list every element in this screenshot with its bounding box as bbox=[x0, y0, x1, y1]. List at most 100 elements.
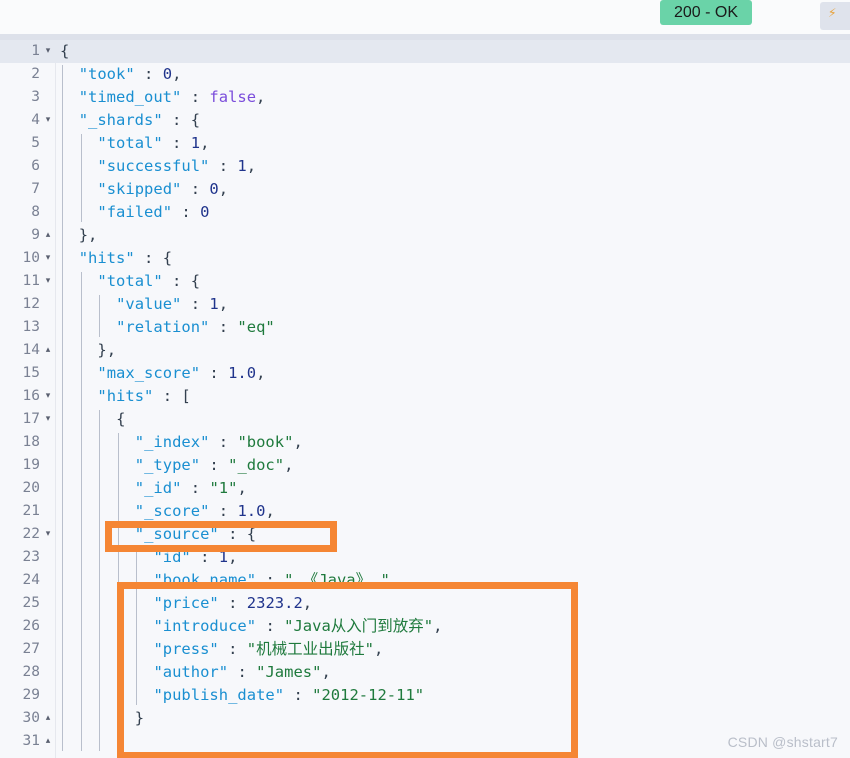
indent-guide bbox=[99, 295, 101, 337]
code-line[interactable]: 20 "_id" : "1", bbox=[0, 477, 850, 500]
code-line[interactable]: 30 ▴ } bbox=[0, 707, 850, 730]
line-number: 11 bbox=[22, 273, 40, 289]
code-text: "_id" : "1", bbox=[134, 479, 247, 497]
code-line[interactable]: 23 "id" : 1, bbox=[0, 546, 850, 569]
line-number: 12 bbox=[22, 296, 40, 312]
code-line[interactable]: 9 ▴ }, bbox=[0, 224, 850, 247]
line-number: 8 bbox=[31, 204, 40, 220]
line-number: 7 bbox=[31, 181, 40, 197]
code-text: "took" : 0, bbox=[78, 65, 182, 83]
line-number: 15 bbox=[22, 365, 40, 381]
line-number: 23 bbox=[22, 549, 40, 565]
code-text: "successful" : 1, bbox=[97, 157, 257, 175]
code-text: "hits" : { bbox=[78, 249, 173, 267]
line-number: 19 bbox=[22, 457, 40, 473]
line-number: 28 bbox=[22, 664, 40, 680]
code-text: "timed_out" : false, bbox=[78, 88, 266, 106]
fold-expand-icon[interactable]: ▴ bbox=[43, 339, 53, 362]
json-response-editor[interactable]: 1 ▾{2 "took" : 0, 3 "timed_out" : false, 4 ▾… bbox=[0, 40, 850, 758]
fold-collapse-icon[interactable]: ▾ bbox=[43, 247, 53, 270]
fold-expand-icon[interactable]: ▴ bbox=[43, 730, 53, 753]
code-line[interactable]: 12 "value" : 1, bbox=[0, 293, 850, 316]
code-line[interactable]: 26 "introduce" : "Java从入门到放弃", bbox=[0, 615, 850, 638]
line-number: 27 bbox=[22, 641, 40, 657]
indent-guide bbox=[117, 433, 119, 728]
line-number: 9 bbox=[31, 227, 40, 243]
code-line[interactable]: 19 "_type" : "_doc", bbox=[0, 454, 850, 477]
indent-guide bbox=[62, 65, 63, 751]
code-text: "_source" : { bbox=[134, 525, 257, 543]
code-line[interactable]: 13 "relation" : "eq" bbox=[0, 316, 850, 339]
lightning-bolt-icon: ⚡ bbox=[828, 5, 837, 21]
line-number: 5 bbox=[31, 135, 40, 151]
code-line[interactable]: 21 "_score" : 1.0, bbox=[0, 500, 850, 523]
code-line[interactable]: 15 "max_score" : 1.0, bbox=[0, 362, 850, 385]
code-line[interactable]: 27 "press" : "机械工业出版社", bbox=[0, 638, 850, 661]
fold-expand-icon[interactable]: ▴ bbox=[43, 707, 53, 730]
line-number: 31 bbox=[22, 733, 40, 749]
code-line[interactable]: 16 ▾ "hits" : [ bbox=[0, 385, 850, 408]
line-number: 29 bbox=[22, 687, 40, 703]
code-text: "_type" : "_doc", bbox=[134, 456, 294, 474]
fold-collapse-icon[interactable]: ▾ bbox=[43, 408, 53, 431]
code-line[interactable]: 10 ▾ "hits" : { bbox=[0, 247, 850, 270]
line-number: 21 bbox=[22, 503, 40, 519]
code-line[interactable]: 18 "_index" : "book", bbox=[0, 431, 850, 454]
code-line[interactable]: 17 ▾ { bbox=[0, 408, 850, 431]
line-number: 16 bbox=[22, 388, 40, 404]
code-line[interactable]: 7 "skipped" : 0, bbox=[0, 178, 850, 201]
line-number: 26 bbox=[22, 618, 40, 634]
code-text: "press" : "机械工业出版社", bbox=[153, 640, 384, 658]
fold-collapse-icon[interactable]: ▾ bbox=[43, 270, 53, 293]
line-number: 1 bbox=[0, 40, 40, 63]
code-line[interactable]: 31 ▴ } bbox=[0, 730, 850, 753]
code-text: "book_name" : " 《Java》 ", bbox=[153, 571, 400, 589]
code-line[interactable]: 11 ▾ "total" : { bbox=[0, 270, 850, 293]
code-text: } bbox=[134, 709, 145, 727]
code-text: "max_score" : 1.0, bbox=[97, 364, 266, 382]
line-number: 3 bbox=[31, 89, 40, 105]
code-text: "id" : 1, bbox=[153, 548, 238, 566]
code-line[interactable]: 6 "successful" : 1, bbox=[0, 155, 850, 178]
fold-collapse-icon[interactable]: ▾ bbox=[43, 109, 53, 132]
fold-expand-icon[interactable]: ▴ bbox=[43, 224, 53, 247]
header-tool-button[interactable]: ⚡ bbox=[820, 2, 850, 30]
code-line[interactable]: 8 "failed" : 0 bbox=[0, 201, 850, 224]
line-number: 24 bbox=[22, 572, 40, 588]
line-number: 6 bbox=[31, 158, 40, 174]
line-number: 25 bbox=[22, 595, 40, 611]
code-line[interactable]: 25 "price" : 2323.2, bbox=[0, 592, 850, 615]
code-line[interactable]: 4 ▾ "_shards" : { bbox=[0, 109, 850, 132]
fold-collapse-icon[interactable]: ▾ bbox=[43, 385, 53, 408]
code-text: "author" : "James", bbox=[153, 663, 331, 681]
code-line[interactable]: 29 "publish_date" : "2012-12-11" bbox=[0, 684, 850, 707]
code-text: "publish_date" : "2012-12-11" bbox=[153, 686, 425, 704]
fold-collapse-icon[interactable]: ▾ bbox=[43, 40, 53, 63]
code-text: "failed" : 0 bbox=[97, 203, 210, 221]
line-number: 22 bbox=[22, 526, 40, 542]
fold-collapse-icon[interactable]: ▾ bbox=[43, 523, 53, 546]
code-line[interactable]: 22 ▾ "_source" : { bbox=[0, 523, 850, 546]
code-text: }, bbox=[97, 341, 117, 359]
status-badge: 200 - OK bbox=[659, 0, 752, 25]
code-text: "_shards" : { bbox=[78, 111, 201, 129]
watermark: CSDN @shstart7 bbox=[727, 734, 838, 750]
code-line[interactable]: 5 "total" : 1, bbox=[0, 132, 850, 155]
indent-guide bbox=[136, 548, 138, 705]
code-line[interactable]: 2 "took" : 0, bbox=[0, 63, 850, 86]
code-line[interactable]: 14 ▴ }, bbox=[0, 339, 850, 362]
code-text: { bbox=[116, 410, 126, 428]
line-number: 10 bbox=[22, 250, 40, 266]
line-number: 13 bbox=[22, 319, 40, 335]
code-line[interactable]: 28 "author" : "James", bbox=[0, 661, 850, 684]
line-number: 2 bbox=[31, 66, 40, 82]
code-line[interactable]: 24 "book_name" : " 《Java》 ", bbox=[0, 569, 850, 592]
code-line[interactable]: 3 "timed_out" : false, bbox=[0, 86, 850, 109]
code-line[interactable]: 1 ▾ { bbox=[0, 40, 850, 63]
code-text: }, bbox=[78, 226, 98, 244]
line-number: 4 bbox=[31, 112, 40, 128]
code-text: "value" : 1, bbox=[116, 295, 229, 313]
indent-guide bbox=[99, 410, 101, 751]
code-text: "relation" : "eq" bbox=[116, 318, 275, 336]
line-number: 20 bbox=[22, 480, 40, 496]
